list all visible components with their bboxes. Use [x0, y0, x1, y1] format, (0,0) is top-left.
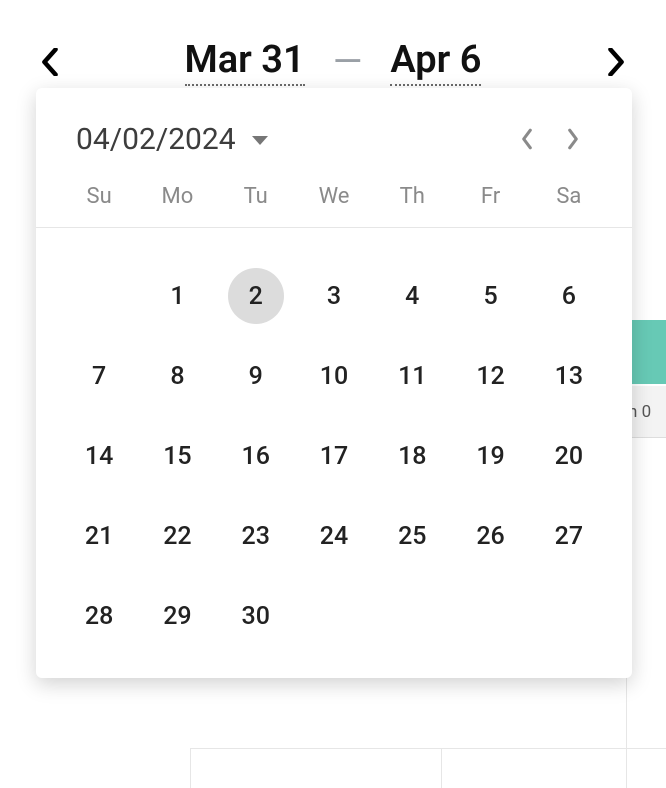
calendar-event-teal[interactable]	[626, 320, 666, 384]
weekday-label: Su	[60, 184, 138, 209]
day-10[interactable]: 10	[306, 348, 362, 404]
day-12[interactable]: 12	[463, 348, 519, 404]
selected-date-dropdown[interactable]: 04/02/2024	[76, 122, 268, 157]
datepicker-header: 04/02/2024	[36, 88, 632, 184]
range-dash: —	[333, 40, 363, 84]
range-start[interactable]: Mar 31	[185, 38, 305, 86]
day-7[interactable]: 7	[71, 348, 127, 404]
weekday-label: Tu	[217, 184, 295, 209]
caret-down-icon	[252, 136, 268, 145]
day-3[interactable]: 3	[306, 268, 362, 324]
day-19[interactable]: 19	[463, 428, 519, 484]
calendar-column-border	[626, 440, 666, 788]
calendar-time-strip: n 0	[626, 386, 666, 438]
weekday-label: Fr	[451, 184, 529, 209]
day-5[interactable]: 5	[463, 268, 519, 324]
datepicker-panel: 04/02/2024 SuMoTuWeThFrSa 12345678910111…	[36, 88, 632, 678]
day-30[interactable]: 30	[228, 588, 284, 644]
day-1[interactable]: 1	[149, 268, 205, 324]
day-16[interactable]: 16	[228, 428, 284, 484]
day-15[interactable]: 15	[149, 428, 205, 484]
day-11[interactable]: 11	[384, 348, 440, 404]
date-range: Mar 31 — Apr 6	[68, 38, 598, 86]
day-22[interactable]: 22	[149, 508, 205, 564]
day-6[interactable]: 6	[541, 268, 597, 324]
next-week-button[interactable]	[598, 44, 634, 80]
day-4[interactable]: 4	[384, 268, 440, 324]
prev-week-button[interactable]	[32, 44, 68, 80]
day-2[interactable]: 2	[228, 268, 284, 324]
date-range-header: Mar 31 — Apr 6	[0, 0, 666, 86]
weekday-label: We	[295, 184, 373, 209]
selected-date-label: 04/02/2024	[76, 122, 236, 157]
day-26[interactable]: 26	[463, 508, 519, 564]
day-17[interactable]: 17	[306, 428, 362, 484]
day-8[interactable]: 8	[149, 348, 205, 404]
next-month-button[interactable]	[550, 116, 596, 162]
day-empty	[71, 268, 127, 324]
day-27[interactable]: 27	[541, 508, 597, 564]
weekday-label: Th	[373, 184, 451, 209]
day-grid: 1234567891011121314151617181920212223242…	[36, 228, 632, 678]
weekday-label: Mo	[138, 184, 216, 209]
day-21[interactable]: 21	[71, 508, 127, 564]
day-20[interactable]: 20	[541, 428, 597, 484]
day-29[interactable]: 29	[149, 588, 205, 644]
day-24[interactable]: 24	[306, 508, 362, 564]
day-28[interactable]: 28	[71, 588, 127, 644]
day-14[interactable]: 14	[71, 428, 127, 484]
range-end[interactable]: Apr 6	[390, 38, 481, 86]
day-25[interactable]: 25	[384, 508, 440, 564]
calendar-bottom-grid	[190, 748, 666, 788]
weekday-row: SuMoTuWeThFrSa	[36, 184, 632, 227]
day-9[interactable]: 9	[228, 348, 284, 404]
prev-month-button[interactable]	[504, 116, 550, 162]
day-18[interactable]: 18	[384, 428, 440, 484]
weekday-label: Sa	[530, 184, 608, 209]
day-13[interactable]: 13	[541, 348, 597, 404]
day-23[interactable]: 23	[228, 508, 284, 564]
